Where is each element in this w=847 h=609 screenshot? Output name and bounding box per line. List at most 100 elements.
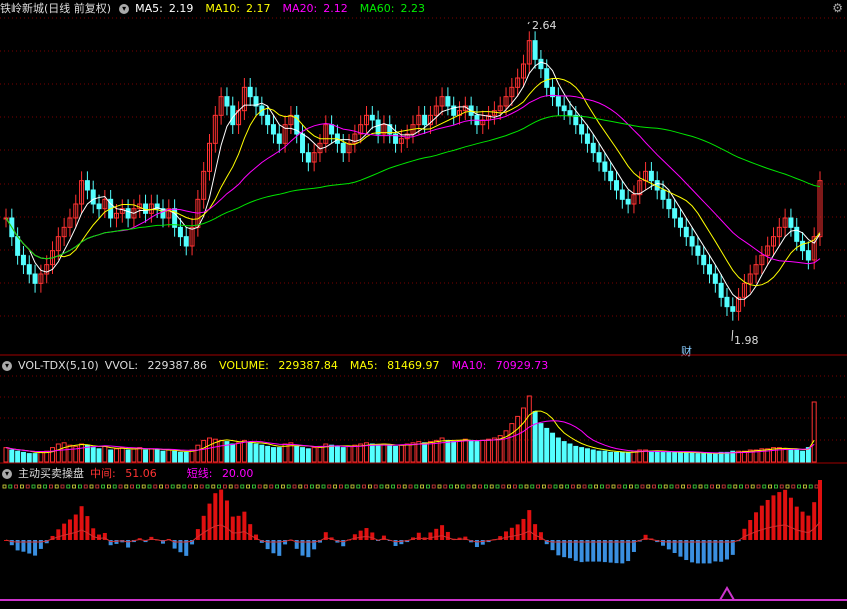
signal-dot [402,484,407,489]
signal-dot [211,484,216,489]
candle-body [532,40,538,60]
volume-bar [770,447,776,463]
indicator-bar [759,505,764,540]
indicator-bar [707,540,712,564]
signal-dot [257,484,262,489]
candle-body [20,254,26,266]
candle-body [788,217,794,228]
signal-dot [675,484,680,489]
volume-bar [67,444,73,463]
signal-dot [745,484,749,489]
volume-bar [79,443,85,463]
signal-dot [721,484,726,489]
signal-dot [524,484,529,489]
signal-dot [124,484,129,489]
signal-dot [54,484,59,489]
volume-bar [230,443,236,463]
volume-bar [102,445,108,463]
signal-dot [321,484,326,489]
indicator-bar [91,528,96,540]
indicator-bar [474,540,479,548]
volume-bar [183,451,189,463]
signal-dot [205,484,210,489]
candle-body [270,124,276,135]
signal-dot [611,484,616,489]
signal-dot [808,484,813,489]
candle-body [177,226,183,238]
candle-body [422,114,428,126]
indicator-bar [85,516,90,540]
candle-body [15,236,21,256]
signal-dot [466,484,471,489]
signal-dot [37,484,42,489]
candle-body [247,86,253,98]
volume-bar [393,445,399,463]
volume-bar [573,445,579,463]
signal-dot [704,484,709,489]
volume-bar [811,401,817,463]
volume-bar [526,395,532,463]
signal-dot [14,484,19,489]
signal-dot [286,484,291,489]
signal-dot [698,484,703,489]
indicator-bar [818,480,822,540]
signal-dot [582,484,587,489]
volume-bar [666,451,672,463]
volume-bar [108,449,114,463]
volume-bar [800,450,806,463]
candle-body [555,96,561,107]
candle-body [84,180,90,191]
signal-dot [141,484,146,489]
volume-bar [218,439,224,463]
volume-bar [55,443,61,463]
signal-dot [408,484,413,489]
indicator-bar [521,518,526,540]
candle-body [265,114,271,126]
volume-bar [201,439,207,463]
signal-dot [681,484,685,489]
signal-dot [797,484,801,489]
indicator-bar [236,515,241,540]
signal-dot [600,484,604,489]
volume-bar [712,453,718,463]
signal-dot [373,484,378,489]
signal-dot [768,484,772,489]
signal-dot [687,484,691,489]
candle-body [666,198,672,210]
indicator-bar [719,540,724,562]
low-pointer [731,329,734,342]
signal-dot [240,484,245,489]
volume-bar [462,438,468,463]
candle-body [305,152,311,163]
indicator-bar [480,540,485,545]
signal-dot [292,484,297,489]
signal-dot [605,484,610,489]
volume-bar [154,449,160,463]
candle-body [596,152,602,163]
indicator-bar [602,540,607,563]
volume-bar [189,449,195,463]
high-pointer [527,21,530,25]
signal-dot [501,484,506,489]
indicator-bar [701,540,706,564]
signal-dot [623,484,627,489]
volume-bar [410,442,416,463]
volume-bar [207,437,212,463]
candle-body [707,264,713,275]
volume-bar [50,447,56,463]
indicator-bar [666,540,671,550]
signal-dot [646,484,651,489]
signal-dot [692,484,697,489]
indicator-bar [684,540,689,561]
volume-bar [672,451,678,463]
volume-bar [427,441,433,463]
indicator-bar [504,531,509,540]
signal-dot [362,484,367,489]
volume-bar [131,448,137,463]
indicator-bar [126,540,131,548]
candle-body [677,217,683,228]
indicator-bar [713,540,718,562]
chart-canvas[interactable] [0,0,847,609]
candle-body [625,198,631,205]
signal-dot [536,484,540,489]
